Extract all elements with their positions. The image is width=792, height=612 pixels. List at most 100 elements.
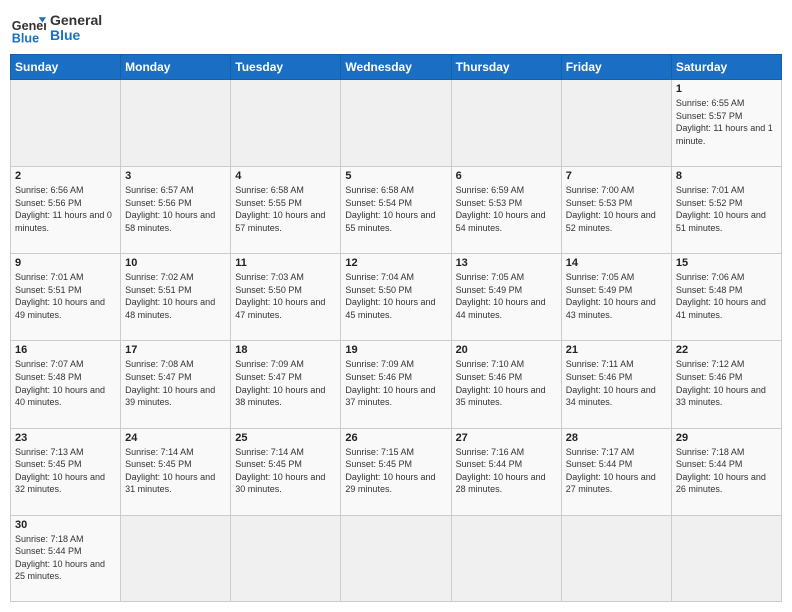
calendar-day-header: Wednesday xyxy=(341,55,451,80)
day-number: 7 xyxy=(566,170,667,182)
calendar-cell xyxy=(451,515,561,601)
logo: General Blue General Blue xyxy=(10,10,102,46)
day-number: 2 xyxy=(15,170,116,182)
day-info: Sunrise: 7:09 AMSunset: 5:46 PMDaylight:… xyxy=(345,358,446,408)
day-info: Sunrise: 7:02 AMSunset: 5:51 PMDaylight:… xyxy=(125,271,226,321)
day-number: 6 xyxy=(456,170,557,182)
day-number: 24 xyxy=(125,432,226,444)
calendar-cell: 17 Sunrise: 7:08 AMSunset: 5:47 PMDayligh… xyxy=(121,341,231,428)
calendar-cell: 5Sunrise: 6:58 AMSunset: 5:54 PMDaylight… xyxy=(341,167,451,254)
day-info: Sunrise: 7:06 AMSunset: 5:48 PMDaylight:… xyxy=(676,271,777,321)
calendar-cell: 29Sunrise: 7:18 AMSunset: 5:44 PMDayligh… xyxy=(671,428,781,515)
day-info: Sunrise: 6:56 AMSunset: 5:56 PMDaylight:… xyxy=(15,184,116,234)
header: General Blue General Blue xyxy=(10,10,782,46)
day-info: Sunrise: 7:10 AMSunset: 5:46 PMDaylight:… xyxy=(456,358,557,408)
calendar-cell xyxy=(121,80,231,167)
page-container: General Blue General Blue SundayMondayTu… xyxy=(0,0,792,612)
day-info: Sunrise: 7:11 AMSunset: 5:46 PMDaylight:… xyxy=(566,358,667,408)
svg-text:Blue: Blue xyxy=(12,31,39,45)
day-number: 22 xyxy=(676,344,777,356)
calendar-cell: 8 Sunrise: 7:01 AMSunset: 5:52 PMDaylight… xyxy=(671,167,781,254)
calendar-cell xyxy=(451,80,561,167)
day-number: 26 xyxy=(345,432,446,444)
calendar-cell xyxy=(671,515,781,601)
calendar-day-header: Thursday xyxy=(451,55,561,80)
day-number: 11 xyxy=(235,257,336,269)
calendar-cell: 30 Sunrise: 7:18 AMSunset: 5:44 PMDayligh… xyxy=(11,515,121,601)
calendar-cell xyxy=(231,80,341,167)
day-number: 9 xyxy=(15,257,116,269)
calendar-cell: 6 Sunrise: 6:59 AMSunset: 5:53 PMDaylight… xyxy=(451,167,561,254)
calendar-cell: 2 Sunrise: 6:56 AMSunset: 5:56 PMDaylight… xyxy=(11,167,121,254)
day-number: 28 xyxy=(566,432,667,444)
calendar-cell: 13Sunrise: 7:05 AMSunset: 5:49 PMDayligh… xyxy=(451,254,561,341)
day-number: 12 xyxy=(345,257,446,269)
calendar-cell: 27Sunrise: 7:16 AMSunset: 5:44 PMDayligh… xyxy=(451,428,561,515)
day-info: Sunrise: 7:14 AMSunset: 5:45 PMDaylight:… xyxy=(125,446,226,496)
calendar-cell: 10 Sunrise: 7:02 AMSunset: 5:51 PMDayligh… xyxy=(121,254,231,341)
day-number: 13 xyxy=(456,257,557,269)
day-number: 3 xyxy=(125,170,226,182)
calendar-header-row: SundayMondayTuesdayWednesdayThursdayFrid… xyxy=(11,55,782,80)
calendar-day-header: Monday xyxy=(121,55,231,80)
day-number: 15 xyxy=(676,257,777,269)
calendar-cell xyxy=(341,80,451,167)
day-info: Sunrise: 7:13 AMSunset: 5:45 PMDaylight:… xyxy=(15,446,116,496)
day-number: 8 xyxy=(676,170,777,182)
day-info: Sunrise: 7:14 AMSunset: 5:45 PMDaylight:… xyxy=(235,446,336,496)
day-info: Sunrise: 7:01 AMSunset: 5:51 PMDaylight:… xyxy=(15,271,116,321)
calendar-cell: 20Sunrise: 7:10 AMSunset: 5:46 PMDayligh… xyxy=(451,341,561,428)
calendar-cell: 3 Sunrise: 6:57 AMSunset: 5:56 PMDaylight… xyxy=(121,167,231,254)
calendar-cell: 16 Sunrise: 7:07 AMSunset: 5:48 PMDayligh… xyxy=(11,341,121,428)
day-number: 16 xyxy=(15,344,116,356)
calendar-cell xyxy=(11,80,121,167)
logo-blue: Blue xyxy=(50,28,102,43)
day-number: 25 xyxy=(235,432,336,444)
calendar-day-header: Friday xyxy=(561,55,671,80)
day-number: 19 xyxy=(345,344,446,356)
day-info: Sunrise: 6:58 AMSunset: 5:55 PMDaylight:… xyxy=(235,184,336,234)
day-info: Sunrise: 7:18 AMSunset: 5:44 PMDaylight:… xyxy=(15,533,116,583)
calendar-cell xyxy=(121,515,231,601)
day-info: Sunrise: 7:07 AMSunset: 5:48 PMDaylight:… xyxy=(15,358,116,408)
calendar-cell: 18 Sunrise: 7:09 AMSunset: 5:47 PMDayligh… xyxy=(231,341,341,428)
calendar-cell: 28 Sunrise: 7:17 AMSunset: 5:44 PMDayligh… xyxy=(561,428,671,515)
calendar-cell: 23 Sunrise: 7:13 AMSunset: 5:45 PMDayligh… xyxy=(11,428,121,515)
day-number: 18 xyxy=(235,344,336,356)
day-info: Sunrise: 7:12 AMSunset: 5:46 PMDaylight:… xyxy=(676,358,777,408)
calendar-cell: 4 Sunrise: 6:58 AMSunset: 5:55 PMDaylight… xyxy=(231,167,341,254)
day-info: Sunrise: 7:08 AMSunset: 5:47 PMDaylight:… xyxy=(125,358,226,408)
logo-general: General xyxy=(50,13,102,28)
day-info: Sunrise: 7:01 AMSunset: 5:52 PMDaylight:… xyxy=(676,184,777,234)
day-number: 17 xyxy=(125,344,226,356)
calendar-cell: 22 Sunrise: 7:12 AMSunset: 5:46 PMDayligh… xyxy=(671,341,781,428)
calendar-cell: 21 Sunrise: 7:11 AMSunset: 5:46 PMDayligh… xyxy=(561,341,671,428)
day-number: 23 xyxy=(15,432,116,444)
calendar-day-header: Sunday xyxy=(11,55,121,80)
calendar-day-header: Tuesday xyxy=(231,55,341,80)
day-number: 14 xyxy=(566,257,667,269)
calendar-cell: 15 Sunrise: 7:06 AMSunset: 5:48 PMDayligh… xyxy=(671,254,781,341)
day-info: Sunrise: 7:18 AMSunset: 5:44 PMDaylight:… xyxy=(676,446,777,496)
calendar-cell: 24 Sunrise: 7:14 AMSunset: 5:45 PMDayligh… xyxy=(121,428,231,515)
day-number: 21 xyxy=(566,344,667,356)
calendar-cell: 25 Sunrise: 7:14 AMSunset: 5:45 PMDayligh… xyxy=(231,428,341,515)
logo-icon: General Blue xyxy=(10,10,46,46)
calendar-cell: 7Sunrise: 7:00 AMSunset: 5:53 PMDaylight… xyxy=(561,167,671,254)
day-info: Sunrise: 6:59 AMSunset: 5:53 PMDaylight:… xyxy=(456,184,557,234)
calendar-table: SundayMondayTuesdayWednesdayThursdayFrid… xyxy=(10,54,782,602)
day-info: Sunrise: 7:17 AMSunset: 5:44 PMDaylight:… xyxy=(566,446,667,496)
day-info: Sunrise: 7:09 AMSunset: 5:47 PMDaylight:… xyxy=(235,358,336,408)
day-info: Sunrise: 7:16 AMSunset: 5:44 PMDaylight:… xyxy=(456,446,557,496)
day-info: Sunrise: 7:04 AMSunset: 5:50 PMDaylight:… xyxy=(345,271,446,321)
calendar-cell xyxy=(561,515,671,601)
day-info: Sunrise: 6:55 AMSunset: 5:57 PMDaylight:… xyxy=(676,97,777,147)
day-number: 4 xyxy=(235,170,336,182)
day-number: 5 xyxy=(345,170,446,182)
day-info: Sunrise: 6:57 AMSunset: 5:56 PMDaylight:… xyxy=(125,184,226,234)
calendar-cell: 12 Sunrise: 7:04 AMSunset: 5:50 PMDayligh… xyxy=(341,254,451,341)
day-number: 30 xyxy=(15,519,116,531)
calendar-cell xyxy=(231,515,341,601)
day-number: 10 xyxy=(125,257,226,269)
day-info: Sunrise: 7:15 AMSunset: 5:45 PMDaylight:… xyxy=(345,446,446,496)
